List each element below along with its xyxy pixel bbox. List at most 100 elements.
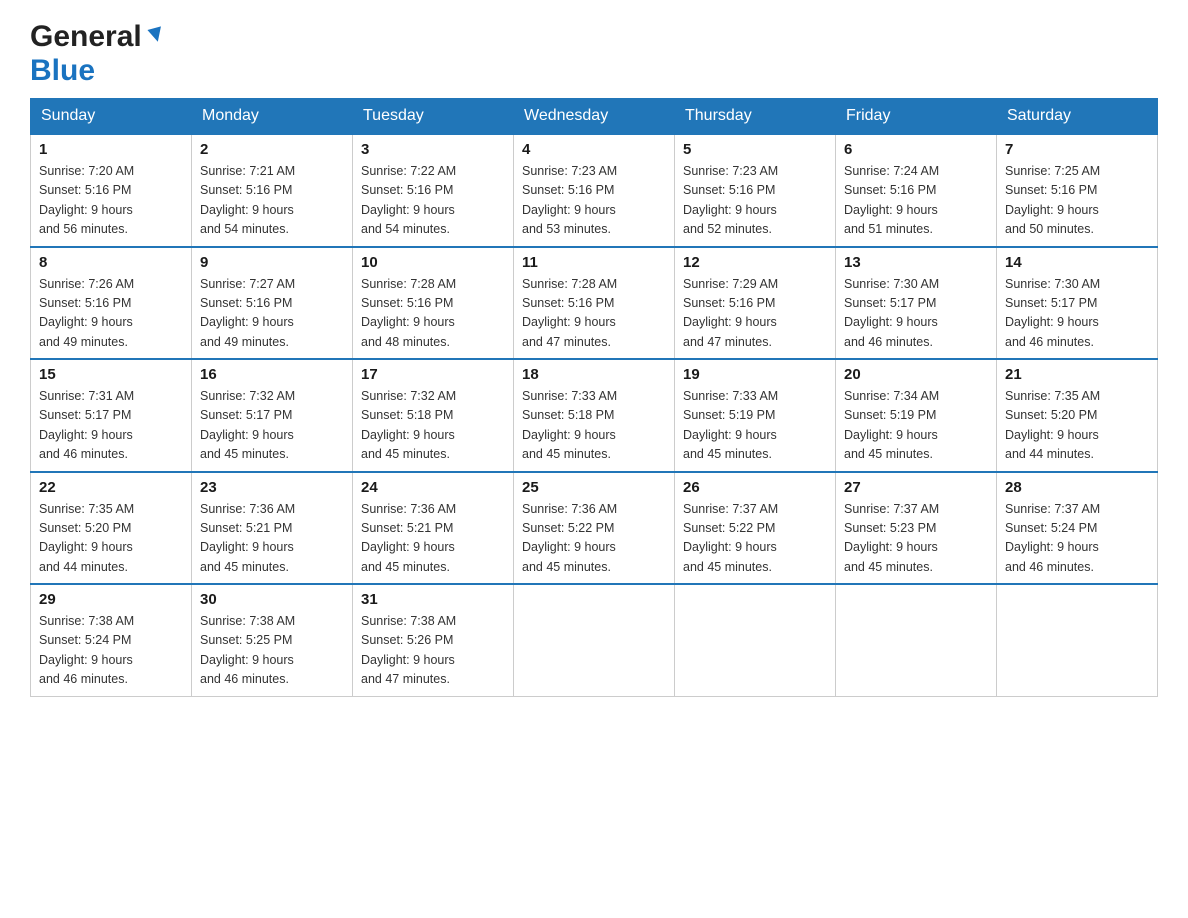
day-info: Sunrise: 7:38 AM Sunset: 5:25 PM Dayligh… [200,612,344,690]
calendar-day-cell: 27 Sunrise: 7:37 AM Sunset: 5:23 PM Dayl… [836,472,997,585]
day-number: 16 [200,366,344,383]
calendar-day-cell: 21 Sunrise: 7:35 AM Sunset: 5:20 PM Dayl… [997,359,1158,472]
day-info: Sunrise: 7:20 AM Sunset: 5:16 PM Dayligh… [39,162,183,240]
calendar-day-cell: 8 Sunrise: 7:26 AM Sunset: 5:16 PM Dayli… [31,247,192,360]
day-info: Sunrise: 7:22 AM Sunset: 5:16 PM Dayligh… [361,162,505,240]
day-number: 17 [361,366,505,383]
day-number: 2 [200,141,344,158]
calendar-empty-cell [675,584,836,696]
calendar-day-cell: 20 Sunrise: 7:34 AM Sunset: 5:19 PM Dayl… [836,359,997,472]
day-info: Sunrise: 7:38 AM Sunset: 5:26 PM Dayligh… [361,612,505,690]
calendar-week-row: 15 Sunrise: 7:31 AM Sunset: 5:17 PM Dayl… [31,359,1158,472]
day-info: Sunrise: 7:36 AM Sunset: 5:21 PM Dayligh… [200,500,344,578]
logo-general-text: General [30,20,142,54]
day-number: 15 [39,366,183,383]
day-info: Sunrise: 7:25 AM Sunset: 5:16 PM Dayligh… [1005,162,1149,240]
day-number: 1 [39,141,183,158]
calendar-day-cell: 1 Sunrise: 7:20 AM Sunset: 5:16 PM Dayli… [31,134,192,247]
day-info: Sunrise: 7:30 AM Sunset: 5:17 PM Dayligh… [844,275,988,353]
day-number: 5 [683,141,827,158]
day-info: Sunrise: 7:35 AM Sunset: 5:20 PM Dayligh… [1005,387,1149,465]
column-header-thursday: Thursday [675,99,836,135]
day-number: 19 [683,366,827,383]
day-info: Sunrise: 7:32 AM Sunset: 5:17 PM Dayligh… [200,387,344,465]
calendar-empty-cell [997,584,1158,696]
calendar-header-row: SundayMondayTuesdayWednesdayThursdayFrid… [31,99,1158,135]
calendar-day-cell: 17 Sunrise: 7:32 AM Sunset: 5:18 PM Dayl… [353,359,514,472]
calendar-day-cell: 23 Sunrise: 7:36 AM Sunset: 5:21 PM Dayl… [192,472,353,585]
column-header-sunday: Sunday [31,99,192,135]
day-number: 25 [522,479,666,496]
day-info: Sunrise: 7:36 AM Sunset: 5:21 PM Dayligh… [361,500,505,578]
day-number: 20 [844,366,988,383]
calendar-day-cell: 2 Sunrise: 7:21 AM Sunset: 5:16 PM Dayli… [192,134,353,247]
day-number: 27 [844,479,988,496]
calendar-week-row: 8 Sunrise: 7:26 AM Sunset: 5:16 PM Dayli… [31,247,1158,360]
day-info: Sunrise: 7:33 AM Sunset: 5:18 PM Dayligh… [522,387,666,465]
day-number: 6 [844,141,988,158]
day-info: Sunrise: 7:33 AM Sunset: 5:19 PM Dayligh… [683,387,827,465]
day-number: 23 [200,479,344,496]
logo-blue-text: Blue [30,54,95,87]
day-info: Sunrise: 7:37 AM Sunset: 5:22 PM Dayligh… [683,500,827,578]
day-info: Sunrise: 7:34 AM Sunset: 5:19 PM Dayligh… [844,387,988,465]
day-number: 31 [361,591,505,608]
calendar-day-cell: 15 Sunrise: 7:31 AM Sunset: 5:17 PM Dayl… [31,359,192,472]
day-info: Sunrise: 7:29 AM Sunset: 5:16 PM Dayligh… [683,275,827,353]
day-info: Sunrise: 7:30 AM Sunset: 5:17 PM Dayligh… [1005,275,1149,353]
day-number: 26 [683,479,827,496]
calendar-day-cell: 18 Sunrise: 7:33 AM Sunset: 5:18 PM Dayl… [514,359,675,472]
calendar-day-cell: 9 Sunrise: 7:27 AM Sunset: 5:16 PM Dayli… [192,247,353,360]
day-number: 7 [1005,141,1149,158]
logo-arrow-icon [145,24,167,51]
day-number: 21 [1005,366,1149,383]
calendar-week-row: 1 Sunrise: 7:20 AM Sunset: 5:16 PM Dayli… [31,134,1158,247]
calendar-day-cell: 14 Sunrise: 7:30 AM Sunset: 5:17 PM Dayl… [997,247,1158,360]
calendar-day-cell: 29 Sunrise: 7:38 AM Sunset: 5:24 PM Dayl… [31,584,192,696]
calendar-day-cell: 25 Sunrise: 7:36 AM Sunset: 5:22 PM Dayl… [514,472,675,585]
day-number: 24 [361,479,505,496]
day-number: 3 [361,141,505,158]
calendar-week-row: 22 Sunrise: 7:35 AM Sunset: 5:20 PM Dayl… [31,472,1158,585]
column-header-friday: Friday [836,99,997,135]
day-info: Sunrise: 7:28 AM Sunset: 5:16 PM Dayligh… [522,275,666,353]
calendar-day-cell: 5 Sunrise: 7:23 AM Sunset: 5:16 PM Dayli… [675,134,836,247]
day-number: 12 [683,254,827,271]
day-info: Sunrise: 7:23 AM Sunset: 5:16 PM Dayligh… [683,162,827,240]
calendar-day-cell: 28 Sunrise: 7:37 AM Sunset: 5:24 PM Dayl… [997,472,1158,585]
day-info: Sunrise: 7:32 AM Sunset: 5:18 PM Dayligh… [361,387,505,465]
day-number: 29 [39,591,183,608]
day-info: Sunrise: 7:36 AM Sunset: 5:22 PM Dayligh… [522,500,666,578]
calendar-day-cell: 19 Sunrise: 7:33 AM Sunset: 5:19 PM Dayl… [675,359,836,472]
day-info: Sunrise: 7:28 AM Sunset: 5:16 PM Dayligh… [361,275,505,353]
day-number: 11 [522,254,666,271]
day-number: 18 [522,366,666,383]
column-header-wednesday: Wednesday [514,99,675,135]
day-number: 30 [200,591,344,608]
day-info: Sunrise: 7:21 AM Sunset: 5:16 PM Dayligh… [200,162,344,240]
day-info: Sunrise: 7:31 AM Sunset: 5:17 PM Dayligh… [39,387,183,465]
calendar-empty-cell [836,584,997,696]
day-number: 13 [844,254,988,271]
calendar-day-cell: 16 Sunrise: 7:32 AM Sunset: 5:17 PM Dayl… [192,359,353,472]
day-number: 28 [1005,479,1149,496]
calendar-day-cell: 24 Sunrise: 7:36 AM Sunset: 5:21 PM Dayl… [353,472,514,585]
column-header-saturday: Saturday [997,99,1158,135]
day-number: 22 [39,479,183,496]
calendar-day-cell: 13 Sunrise: 7:30 AM Sunset: 5:17 PM Dayl… [836,247,997,360]
calendar-table: SundayMondayTuesdayWednesdayThursdayFrid… [30,98,1158,697]
calendar-empty-cell [514,584,675,696]
calendar-day-cell: 22 Sunrise: 7:35 AM Sunset: 5:20 PM Dayl… [31,472,192,585]
day-number: 9 [200,254,344,271]
calendar-day-cell: 6 Sunrise: 7:24 AM Sunset: 5:16 PM Dayli… [836,134,997,247]
calendar-week-row: 29 Sunrise: 7:38 AM Sunset: 5:24 PM Dayl… [31,584,1158,696]
day-info: Sunrise: 7:27 AM Sunset: 5:16 PM Dayligh… [200,275,344,353]
logo: General Blue [30,20,167,88]
day-info: Sunrise: 7:37 AM Sunset: 5:23 PM Dayligh… [844,500,988,578]
day-number: 8 [39,254,183,271]
day-info: Sunrise: 7:37 AM Sunset: 5:24 PM Dayligh… [1005,500,1149,578]
calendar-day-cell: 3 Sunrise: 7:22 AM Sunset: 5:16 PM Dayli… [353,134,514,247]
calendar-day-cell: 30 Sunrise: 7:38 AM Sunset: 5:25 PM Dayl… [192,584,353,696]
page-header: General Blue [30,20,1158,88]
calendar-day-cell: 11 Sunrise: 7:28 AM Sunset: 5:16 PM Dayl… [514,247,675,360]
